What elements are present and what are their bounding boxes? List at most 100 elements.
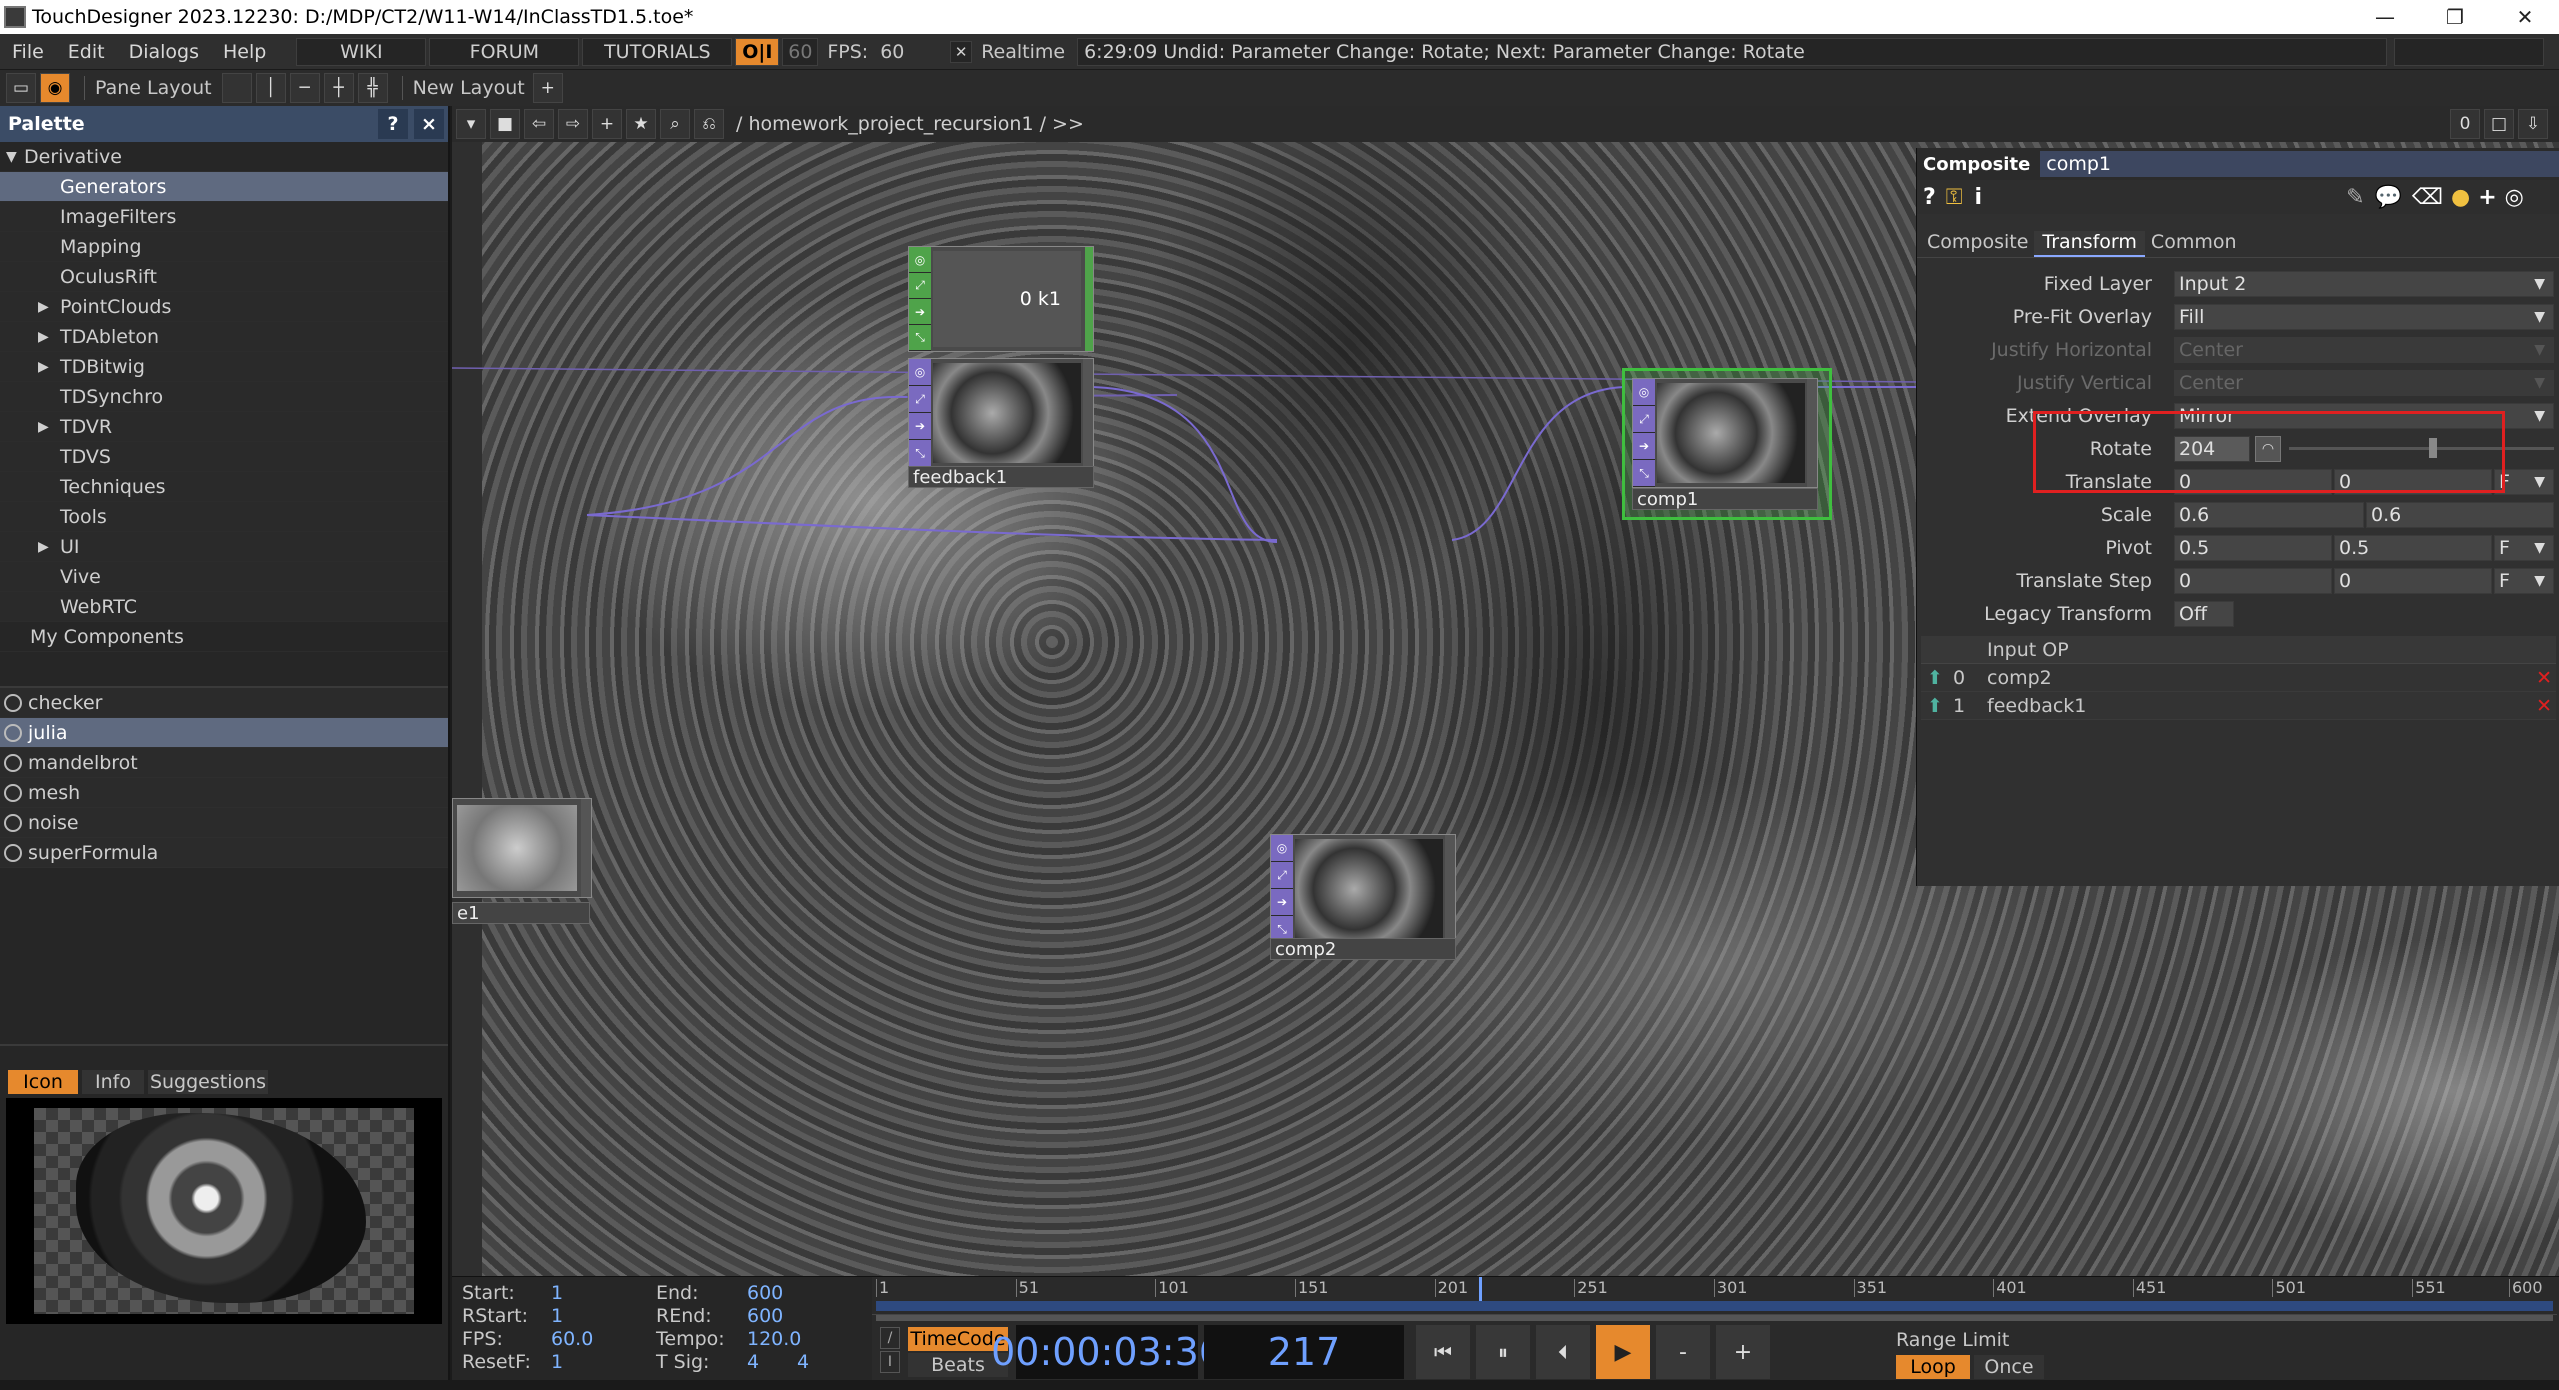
tree-root-derivative[interactable]: ▼ Derivative	[0, 142, 448, 172]
node-comp1[interactable]: ◎ ⤢ ➔ ⤡	[1632, 378, 1818, 488]
expand-icon[interactable]: ▶	[38, 359, 56, 375]
rewind-button[interactable]: ⏮	[1416, 1325, 1470, 1379]
node-feedback1[interactable]: ◎ ⤢ ➔ ⤡	[908, 358, 1094, 468]
node-label-comp2[interactable]: comp2	[1270, 938, 1456, 960]
tab-transform[interactable]: Transform	[2034, 231, 2145, 257]
node-output[interactable]	[1807, 379, 1817, 487]
tree-item[interactable]: OculusRift	[0, 262, 448, 292]
component-item[interactable]: superFormula	[0, 838, 448, 868]
back-icon[interactable]: ⇦	[524, 109, 554, 139]
tree-item[interactable]: Vive	[0, 562, 448, 592]
tree-item[interactable]: ▶ TDAbleton	[0, 322, 448, 352]
realtime-checkbox[interactable]: ✕	[950, 40, 973, 63]
collapse-icon[interactable]: ▼	[6, 149, 24, 165]
tree-item[interactable]: Mapping	[0, 232, 448, 262]
expand-icon[interactable]: ▶	[38, 299, 56, 315]
remove-icon[interactable]: ✕	[2536, 667, 2552, 689]
input-op-row[interactable]: ⬆ 0 comp2 ✕	[1921, 664, 2556, 692]
stop-icon[interactable]: ■	[490, 109, 520, 139]
add-layout-icon[interactable]: +	[532, 73, 563, 103]
once-button[interactable]: Once	[1974, 1355, 2044, 1379]
node-comp2[interactable]: ◎ ⤢ ➔ ⤡	[1270, 834, 1456, 944]
tsig-b-value[interactable]: 4	[797, 1351, 809, 1373]
beats-mode-icon[interactable]: I	[880, 1351, 900, 1373]
add-param-icon[interactable]: +	[2478, 185, 2496, 210]
node-output[interactable]	[1445, 835, 1455, 943]
target-icon[interactable]: ◎	[2505, 185, 2524, 210]
wiki-button[interactable]: WIKI	[296, 37, 427, 66]
end-value[interactable]: 600	[747, 1282, 783, 1304]
layout-split-h-icon[interactable]: ─	[289, 73, 320, 103]
network-path[interactable]: / homework_project_recursion1 / >>	[736, 113, 1084, 135]
tree-item[interactable]: ▶ UI	[0, 532, 448, 562]
tab-composite[interactable]: Composite	[1917, 231, 2034, 257]
expand-icon[interactable]: ▶	[38, 329, 56, 345]
timecode-display[interactable]: 00:00:03:36	[991, 1325, 1223, 1379]
up-arrow-icon[interactable]: ⬆	[1927, 695, 1947, 717]
bookmark-icon[interactable]: ★	[626, 109, 656, 139]
start-value[interactable]: 1	[551, 1282, 563, 1304]
loop-button[interactable]: Loop	[1896, 1355, 1970, 1379]
tree-item[interactable]: ▶ TDBitwig	[0, 352, 448, 382]
component-item[interactable]: noise	[0, 808, 448, 838]
tab-common[interactable]: Common	[2145, 231, 2243, 257]
node-label-feedback1[interactable]: feedback1	[908, 466, 1094, 488]
plus-button[interactable]: +	[1716, 1325, 1770, 1379]
node-output[interactable]	[1085, 247, 1093, 351]
pivot-y-field[interactable]: 0.5	[2334, 534, 2492, 561]
forward-icon[interactable]: ⇨	[558, 109, 588, 139]
play-button[interactable]: ▶	[1596, 1325, 1650, 1379]
python-help-icon[interactable]: ●	[2451, 185, 2470, 210]
input-op-name[interactable]: comp2	[1987, 667, 2052, 689]
scale-x-field[interactable]: 0.6	[2174, 501, 2364, 528]
prefit-menu[interactable]: Fill ▼	[2174, 303, 2554, 330]
translate-step-y-field[interactable]: 0	[2334, 567, 2492, 594]
menu-dialogs[interactable]: Dialogs	[117, 34, 211, 70]
palette-help-button[interactable]: ?	[378, 109, 408, 139]
minimize-button[interactable]: —	[2350, 0, 2420, 34]
layout-single-icon[interactable]	[221, 73, 252, 103]
timeline-scrollbar[interactable]	[876, 1315, 2553, 1321]
rstart-value[interactable]: 1	[551, 1305, 563, 1327]
palette-close-button[interactable]: ×	[414, 109, 444, 139]
help-icon[interactable]: ?	[1923, 185, 1936, 210]
component-item[interactable]: julia	[0, 718, 448, 748]
download-icon[interactable]: ⇩	[2518, 109, 2548, 139]
playhead[interactable]	[1479, 1277, 1483, 1301]
fixed-layer-menu[interactable]: Input 2 ▼	[2174, 270, 2554, 297]
menu-file[interactable]: File	[0, 34, 56, 70]
node-label-comp1[interactable]: comp1	[1632, 488, 1818, 510]
maximize-pane-icon[interactable]: □	[2484, 109, 2514, 139]
search-icon[interactable]: ⌕	[660, 109, 690, 139]
tutorials-button[interactable]: TUTORIALS	[582, 37, 733, 66]
node-partial[interactable]	[452, 798, 592, 898]
tree-item[interactable]: ▶ PointClouds	[0, 292, 448, 322]
pivot-unit-menu[interactable]: F ▼	[2494, 534, 2554, 561]
tree-item[interactable]: Generators	[0, 172, 448, 202]
node-label-partial[interactable]: e1	[452, 902, 590, 924]
oi-toggle[interactable]: O|I	[735, 37, 780, 66]
node-keyboardin1[interactable]: ◎ ⤢ ➔ ⤡ 0 k1	[908, 246, 1094, 352]
layout-triple-icon[interactable]: ┼	[323, 73, 354, 103]
tree-item[interactable]: WebRTC	[0, 592, 448, 622]
clear-icon[interactable]: ⌫	[2412, 185, 2443, 210]
pivot-x-field[interactable]: 0.5	[2174, 534, 2332, 561]
translate-step-x-field[interactable]: 0	[2174, 567, 2332, 594]
legacy-toggle[interactable]: Off	[2174, 600, 2234, 627]
tempo-value[interactable]: 120.0	[747, 1328, 801, 1350]
tree-item[interactable]: Techniques	[0, 472, 448, 502]
tab-suggestions[interactable]: Suggestions	[148, 1070, 268, 1094]
step-back-button[interactable]: ⏴	[1536, 1325, 1590, 1379]
menu-edit[interactable]: Edit	[56, 34, 117, 70]
tree-item[interactable]: Tools	[0, 502, 448, 532]
new-layout-label[interactable]: New Layout	[413, 77, 525, 99]
remove-icon[interactable]: ✕	[2536, 695, 2552, 717]
frame-display[interactable]: 217	[1204, 1325, 1404, 1379]
translate-step-unit-menu[interactable]: F ▼	[2494, 567, 2554, 594]
timecode-mode-icon[interactable]: /	[880, 1327, 900, 1349]
edit-icon[interactable]: ✎	[2346, 185, 2364, 210]
expand-icon[interactable]: ▶	[38, 539, 56, 555]
tsig-a-value[interactable]: 4	[747, 1351, 759, 1373]
image-icon[interactable]: ▭	[6, 73, 36, 103]
up-arrow-icon[interactable]: ⬆	[1927, 667, 1947, 689]
